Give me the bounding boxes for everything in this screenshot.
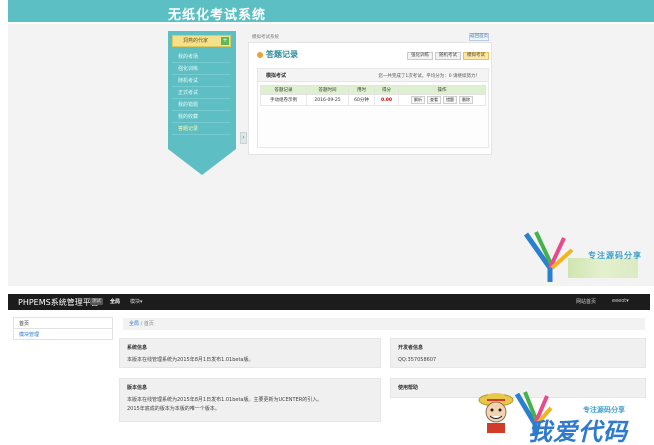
row-date: 2016-09-25: [306, 94, 349, 106]
brand-badge: 测试: [90, 298, 103, 305]
exam-screenshot: 无纸化考试系统 洞燕的代家 + 我的考场 强化训练 随机考试 正式考试 我的错题…: [8, 0, 654, 286]
chevron-down-icon: ▾: [140, 299, 143, 305]
tab-mock-exam[interactable]: 模拟考试: [463, 52, 489, 60]
col-header-score: 得分: [374, 85, 399, 95]
card-developer-info: 开发者信息 QQ:357058607: [390, 338, 646, 368]
card-line: 本版本在线管理系统为2015年8月1日发布1.01beta版。: [127, 357, 254, 363]
admin-breadcrumb: 全局 / 首页: [123, 318, 645, 330]
nav-tail-decoration: [168, 149, 236, 175]
table-header-row: 答题记录 答题时间 用时 得分 操作: [260, 85, 486, 95]
sidebar-item-module-manage[interactable]: 模块管理: [13, 328, 113, 340]
watermark-main-text: 我爱代码: [528, 418, 628, 445]
admin-brand[interactable]: PHPEMS系统管理平台: [18, 297, 99, 308]
record-box: 模拟考试 您一共完成了1次考试，平均分为：0 请继续努力！ 答题记录 答题时间 …: [257, 68, 489, 148]
nav-list: 我的考场 强化训练 随机考试 正式考试 我的错题 我的收藏 答题记录: [172, 51, 231, 135]
view-button[interactable]: 查看: [427, 96, 441, 104]
system-title: 无纸化考试系统: [168, 8, 267, 23]
record-box-header: 模拟考试 您一共完成了1次考试，平均分为：0 请继续努力！: [258, 69, 488, 82]
nav-item-formal-exam[interactable]: 正式考试: [172, 87, 231, 99]
card-title: 开发者信息: [398, 345, 424, 351]
card-line: 2015年底成的版本为本版的唯一个版本。: [127, 406, 220, 412]
col-header-record: 答题记录: [260, 85, 307, 95]
nav-item-answer-record[interactable]: 答题记录: [172, 123, 231, 135]
chevron-down-icon: ▾: [626, 298, 629, 304]
row-record-name: 手动组卷示例: [260, 94, 307, 106]
row-score: 0.00: [374, 94, 399, 106]
nav-item-my-exam[interactable]: 我的考场: [172, 51, 231, 63]
main-panel: 答题记录 强化训练 随机考试 模拟考试 模拟考试 您一共完成了1次考试，平均分为…: [248, 42, 492, 155]
nav-user-box[interactable]: 洞燕的代家 +: [172, 35, 231, 47]
card-title: 版本信息: [127, 385, 148, 391]
col-header-actions: 操作: [398, 85, 486, 95]
user-menu[interactable]: eeeot▾: [612, 298, 629, 304]
nav-item-wrong-questions[interactable]: 我的错题: [172, 99, 231, 111]
analysis-button[interactable]: 解析: [411, 96, 425, 104]
admin-screenshot: PHPEMS系统管理平台 测试 全局 模块▾ 网站首页 eeeot▾ 首页 模块…: [8, 294, 650, 445]
back-home-button[interactable]: 返回首页: [469, 33, 489, 41]
record-box-title: 模拟考试: [266, 73, 287, 79]
card-line: QQ:357058607: [398, 357, 437, 363]
table-row: 手动组卷示例 2016-09-25 60分钟 0.00 解析 查看 错题 删除: [260, 94, 486, 106]
user-name: 洞燕的代家: [183, 38, 209, 44]
breadcrumb[interactable]: 模拟考试系统: [252, 34, 279, 40]
left-nav: 洞燕的代家 + 我的考场 强化训练 随机考试 正式考试 我的错题 我的收藏 答题…: [168, 31, 236, 176]
nav-item-random-exam[interactable]: 随机考试: [172, 75, 231, 87]
breadcrumb-home[interactable]: 全局: [129, 321, 139, 327]
col-header-time: 答题时间: [306, 85, 349, 95]
section-title: 答题记录: [266, 50, 298, 59]
top-nav-modules[interactable]: 模块▾: [130, 298, 143, 305]
top-nav-modules-label: 模块: [130, 299, 141, 305]
row-actions: 解析 查看 错题 删除: [398, 94, 486, 106]
pirate-mascot-icon: [478, 388, 514, 438]
nav-item-favorites[interactable]: 我的收藏: [172, 111, 231, 123]
breadcrumb-current: 首页: [143, 321, 154, 327]
row-duration: 60分钟: [348, 94, 375, 106]
card-system-info: 系统信息 本版本在线管理系统为2015年8月1日发布1.01beta版。: [119, 338, 381, 368]
watermark-text: 专注源码分享: [588, 251, 642, 260]
card-version-info: 版本信息 本版本在线管理系统为2015年8月1日发布1.01beta版。主要更新…: [119, 378, 381, 422]
top-nav-site-home[interactable]: 网站首页: [576, 298, 596, 305]
record-icon: [257, 52, 263, 58]
admin-topbar: PHPEMS系统管理平台 测试 全局 模块▾ 网站首页 eeeot▾: [8, 294, 650, 310]
delete-button[interactable]: 删除: [459, 96, 473, 104]
wrong-questions-button[interactable]: 错题: [443, 96, 457, 104]
admin-sidebar: 首页 模块管理: [13, 317, 113, 340]
col-header-duration: 用时: [348, 85, 375, 95]
record-summary: 您一共完成了1次考试，平均分为：0 请继续努力！: [378, 74, 480, 79]
collapse-toggle-icon[interactable]: ›: [240, 132, 247, 144]
tab-training[interactable]: 强化训练: [407, 52, 433, 60]
record-table: 答题记录 答题时间 用时 得分 操作 手动组卷示例 2016-09-25 60分…: [260, 85, 486, 106]
nav-item-training[interactable]: 强化训练: [172, 63, 231, 75]
tab-random-exam[interactable]: 随机考试: [435, 52, 461, 60]
header-banner: [8, 0, 654, 24]
top-nav-global[interactable]: 全局: [110, 298, 120, 305]
watermark-blur-patch: [568, 258, 638, 278]
user-menu-label: eeeot: [612, 298, 627, 304]
card-line: 本版本在线管理系统为2015年8月1日发布1.01beta版。主要更新为UCEN…: [127, 397, 323, 403]
card-title: 系统信息: [127, 345, 148, 351]
plus-icon[interactable]: +: [221, 37, 229, 45]
